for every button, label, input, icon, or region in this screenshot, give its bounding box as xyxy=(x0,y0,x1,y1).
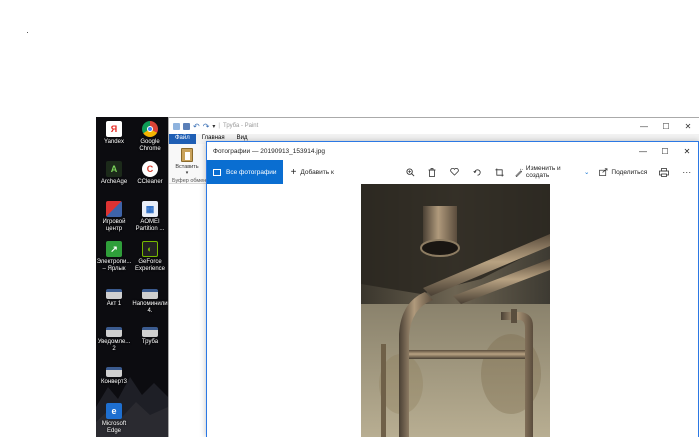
undo-icon[interactable]: ↶ xyxy=(193,122,200,131)
desktop-icon-archeage[interactable]: A ArcheAge xyxy=(96,161,132,186)
clipboard-group-label: Буфер обмен xyxy=(172,178,207,184)
desktop-icon-geforce[interactable]: ◐ GeForce Experience xyxy=(132,241,168,273)
document-icon xyxy=(142,327,158,337)
desktop-icon-label: Электропи... – Ярлык xyxy=(96,259,132,272)
desktop-icon-game-center[interactable]: Игровой центр xyxy=(96,201,132,233)
desktop-icon-konvert3[interactable]: Конверт3 xyxy=(96,367,132,386)
paint-maximize-button[interactable]: ☐ xyxy=(655,118,677,134)
paste-dropdown-icon: ▾ xyxy=(185,170,189,176)
desktop-icon-ccleaner[interactable]: C CCleaner xyxy=(132,161,168,186)
image-icon xyxy=(213,168,221,176)
photo-tools: Изменить и создать ⌄ Поделиться ··· xyxy=(399,160,698,184)
edge-icon: e xyxy=(106,403,122,419)
desktop-icon-edge[interactable]: e Microsoft Edge xyxy=(96,403,132,435)
document-icon xyxy=(106,289,122,299)
desktop-icon-label: GeForce Experience xyxy=(134,259,166,272)
yandex-icon: Я xyxy=(106,121,122,137)
plus-icon: + xyxy=(290,166,297,178)
paint-window-controls: — ☐ ✕ xyxy=(633,118,699,134)
desktop-icon-label: CCleaner xyxy=(137,179,163,185)
photos-toolbar: Все фотографии + Добавить к Изменить и с… xyxy=(207,160,698,184)
geforce-icon: ◐ xyxy=(142,241,158,257)
quick-access-dropdown-icon[interactable]: ▾ xyxy=(212,123,215,130)
edit-and-create-label: Изменить и создать xyxy=(525,165,561,179)
aomei-icon: ▦ xyxy=(142,201,158,217)
stray-pixel xyxy=(27,32,28,33)
desktop-icon-label: ArcheAge xyxy=(100,179,128,185)
share-icon xyxy=(599,168,608,176)
photos-minimize-button[interactable]: — xyxy=(632,142,654,160)
desktop-icon-label: Игровой центр xyxy=(102,219,126,232)
paint-titlebar: ↶ ↷ ▾ | Труба - Paint xyxy=(169,118,699,134)
add-to-button[interactable]: + Добавить к xyxy=(283,167,334,178)
desktop-icon-aomei[interactable]: ▦ AOMEI Partition ... xyxy=(132,201,168,233)
chevron-down-icon: ⌄ xyxy=(583,169,590,176)
document-icon xyxy=(106,327,122,337)
more-options-button[interactable]: ··· xyxy=(676,160,698,184)
screen: Я Yandex Google Chrome A ArcheAge C CCle… xyxy=(0,0,699,437)
desktop-icon-chrome[interactable]: Google Chrome xyxy=(132,121,168,153)
paint-app-icon xyxy=(173,122,180,130)
desktop-icon-label: Напоминили 4. xyxy=(132,301,168,314)
add-to-label: Добавить к xyxy=(300,168,334,176)
desktop-icon-label: Microsoft Edge xyxy=(101,421,127,434)
crop-icon[interactable] xyxy=(488,160,510,184)
desktop-icon-label: Уведомле... 2 xyxy=(97,339,131,352)
desktop-icon-label: Конверт3 xyxy=(101,379,127,385)
desktop-icon-napominili[interactable]: Напоминили 4. xyxy=(132,289,168,315)
desktop-icon-uvedomle[interactable]: Уведомле... 2 xyxy=(96,327,132,353)
clipboard-icon xyxy=(181,148,193,162)
document-icon xyxy=(106,367,122,377)
chrome-icon xyxy=(142,121,158,137)
photo-pipe-image[interactable] xyxy=(361,184,550,437)
desktop-icon-label: Акт 1 xyxy=(106,301,122,307)
photos-maximize-button[interactable]: ☐ xyxy=(654,142,676,160)
photos-window: Фотографии — 20190913_153914.jpg — ☐ ✕ В… xyxy=(206,141,699,437)
photos-window-controls: — ☐ ✕ xyxy=(632,142,698,160)
desktop-icon-truba[interactable]: Труба xyxy=(132,327,168,346)
photos-close-button[interactable]: ✕ xyxy=(676,142,698,160)
print-icon[interactable] xyxy=(653,160,675,184)
document-icon xyxy=(142,289,158,299)
tab-file[interactable]: Файл xyxy=(169,134,196,144)
desktop-icon-yandex[interactable]: Я Yandex xyxy=(96,121,132,146)
ccleaner-icon: C xyxy=(142,161,158,177)
photo-viewer-canvas xyxy=(207,184,698,437)
share-label: Поделиться xyxy=(611,168,648,176)
all-photos-label: Все фотографии xyxy=(226,168,277,176)
zoom-icon[interactable] xyxy=(399,160,421,184)
desktop-icon-label: Труба xyxy=(141,339,159,345)
archeage-icon: A xyxy=(106,161,122,177)
desktop: Я Yandex Google Chrome A ArcheAge C CCle… xyxy=(96,117,168,437)
paint-window-title: Труба - Paint xyxy=(222,123,259,129)
desktop-icon-label: Yandex xyxy=(104,139,124,145)
save-icon[interactable] xyxy=(183,122,190,130)
paste-button[interactable]: Вставить ▾ xyxy=(173,148,201,176)
photos-titlebar: Фотографии — 20190913_153914.jpg — ☐ ✕ xyxy=(207,142,698,160)
favorite-heart-icon[interactable] xyxy=(444,160,466,184)
rotate-icon[interactable] xyxy=(466,160,488,184)
shortcut-icon: ↗ xyxy=(106,241,122,257)
desktop-icon-label: Google Chrome xyxy=(139,139,161,152)
redo-icon[interactable]: ↷ xyxy=(203,122,210,131)
paint-minimize-button[interactable]: — xyxy=(633,118,655,134)
edit-and-create-button[interactable]: Изменить и создать ⌄ xyxy=(511,165,594,179)
desktop-icon-akt1[interactable]: Акт 1 xyxy=(96,289,132,308)
game-center-icon xyxy=(106,201,122,217)
paint-close-button[interactable]: ✕ xyxy=(677,118,699,134)
desktop-icon-label: AOMEI Partition ... xyxy=(135,219,165,232)
desktop-icon-shortcut[interactable]: ↗ Электропи... – Ярлык xyxy=(96,241,132,273)
edit-sparkle-icon xyxy=(514,168,523,177)
share-button[interactable]: Поделиться xyxy=(593,168,653,176)
title-separator: | xyxy=(218,123,220,129)
all-photos-button[interactable]: Все фотографии xyxy=(207,160,283,184)
delete-icon[interactable] xyxy=(421,160,443,184)
photos-window-title: Фотографии — 20190913_153914.jpg xyxy=(213,147,325,155)
